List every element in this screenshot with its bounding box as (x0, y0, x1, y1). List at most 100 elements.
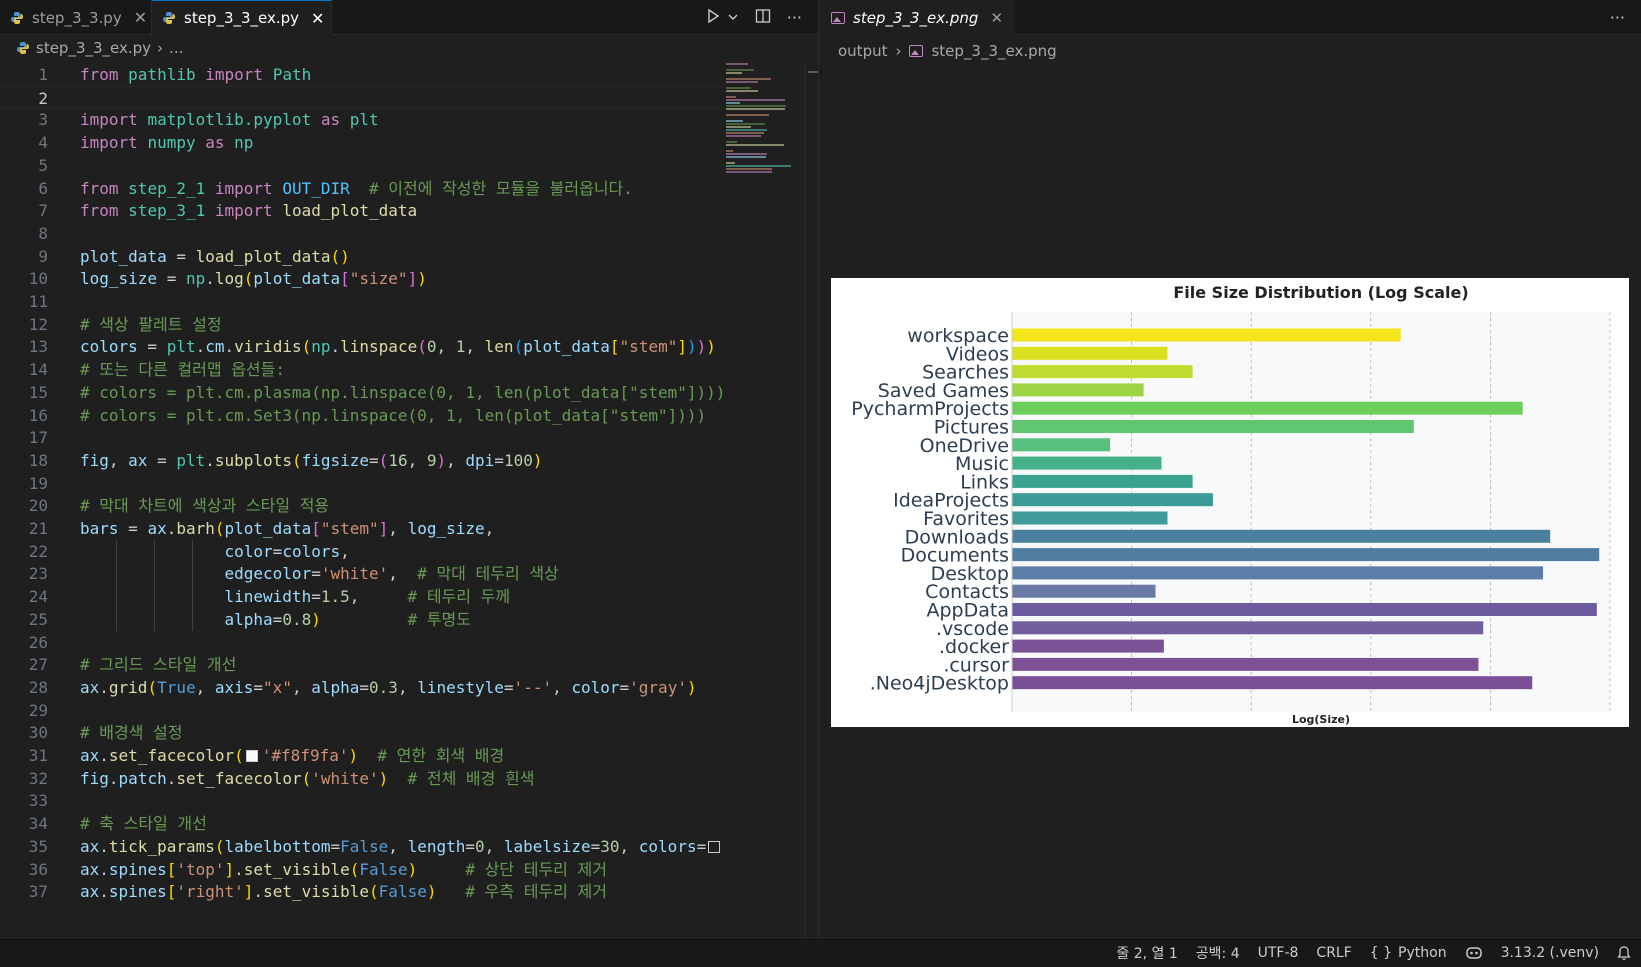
split-editor-icon[interactable] (755, 8, 771, 28)
code-line[interactable]: 18 fig, ax = plt.subplots(figsize=(16, 9)… (0, 449, 722, 473)
code-line[interactable]: 34 # 축 스타일 개선 (0, 812, 722, 836)
code-token: ) (311, 609, 321, 629)
code-line[interactable]: 13 colors = plt.cm.viridis(np.linspace(0,… (0, 335, 722, 359)
close-icon[interactable]: ✕ (134, 8, 147, 27)
code-line[interactable]: 8 (0, 222, 722, 246)
code-line[interactable]: 22 color=colors, (0, 539, 722, 564)
code-token: colors (282, 541, 341, 561)
code-line[interactable]: 9 plot_data = load_plot_data() (0, 245, 722, 269)
code-line[interactable]: 29 (0, 699, 722, 723)
code-line[interactable]: 35 ax.tick_params(labelbottom=False, leng… (0, 835, 722, 859)
line-ending[interactable]: CRLF (1316, 945, 1351, 961)
language-mode[interactable]: { } Python (1370, 945, 1447, 961)
copilot-icon[interactable] (1465, 945, 1483, 961)
code-token: [ (340, 269, 350, 289)
cursor-position[interactable]: 줄 2, 열 1 (1116, 943, 1177, 963)
code-token: linspace (340, 337, 418, 357)
tab-step-3-3-ex[interactable]: step_3_3_ex.py ✕ (152, 0, 332, 35)
breadcrumb-file[interactable]: step_3_3_ex.png (931, 42, 1056, 60)
close-icon[interactable]: ✕ (311, 9, 324, 28)
code-token: ) (696, 337, 707, 357)
code-line[interactable]: 26 (0, 631, 722, 655)
minimap[interactable] (726, 63, 802, 183)
code-token: plot_data (523, 337, 610, 357)
code-line[interactable]: 19 (0, 472, 722, 496)
code-token: load_plot_data (195, 246, 331, 266)
code-line[interactable]: 7 from step_3_1 import load_plot_data (0, 199, 722, 223)
code-line[interactable]: 33 (0, 789, 722, 813)
status-bar: 줄 2, 열 1 공백: 4 UTF-8 CRLF { } Python 3.1… (0, 937, 1641, 967)
code-line[interactable]: 27 # 그리드 스타일 개선 (0, 653, 722, 677)
code-token: = (590, 836, 601, 856)
code-token: figsize (301, 450, 370, 470)
code-line[interactable]: 16 # colors = plt.cm.Set3(np.linspace(0, … (0, 404, 722, 428)
code-line[interactable]: 2 (0, 85, 722, 110)
line-number: 8 (38, 223, 48, 243)
code-line[interactable]: 17 (0, 426, 722, 450)
code-line[interactable]: 11 (0, 290, 722, 314)
code-line[interactable]: 15 # colors = plt.cm.plasma(np.linspace(0… (0, 381, 726, 405)
line-number: 25 (28, 609, 48, 629)
code-line[interactable]: 32 fig.patch.set_facecolor('white') # 전체 … (0, 767, 722, 791)
code-line[interactable]: 12 # 색상 팔레트 설정 (0, 313, 722, 337)
code-token: ) (532, 450, 543, 470)
code-text: ax.tick_params(labelbottom=False, length… (80, 835, 724, 859)
code-line[interactable]: 31 ax.set_facecolor('#f8f9fa') # 연한 회색 배경 (0, 744, 722, 768)
encoding[interactable]: UTF-8 (1258, 945, 1299, 961)
breadcrumb-file[interactable]: step_3_3_ex.py (36, 39, 151, 57)
code-editor[interactable]: 1 from pathlib import Path 2 3 import matplo… (0, 63, 726, 937)
code-token: [ (166, 882, 177, 902)
code-line[interactable]: 14 # 또는 다른 컬러맵 옵션들: (0, 358, 722, 382)
tab-step-3-3[interactable]: step_3_3.py ✕ (0, 0, 152, 35)
close-icon[interactable]: ✕ (990, 9, 1003, 27)
code-text: from step_2_1 import OUT_DIR # 이전에 작성한 모… (80, 177, 633, 201)
code-line[interactable]: 4 import numpy as np (0, 131, 722, 155)
chevron-down-icon[interactable] (727, 8, 739, 27)
more-actions-icon[interactable]: ··· (787, 8, 802, 27)
code-line[interactable]: 36 ax.spines['top'].set_visible(False) # … (0, 858, 722, 882)
code-line[interactable]: 1 from pathlib import Path (0, 63, 722, 87)
code-line[interactable]: 10 log_size = np.log(plot_data["size"]) (0, 267, 722, 291)
indentation[interactable]: 공백: 4 (1196, 943, 1240, 963)
line-number: 29 (28, 700, 48, 720)
code-line[interactable]: 5 (0, 154, 722, 178)
bell-icon[interactable] (1617, 945, 1631, 961)
scrollbar-thumb[interactable] (808, 71, 818, 73)
code-token: ) (686, 337, 697, 357)
code-line[interactable]: 23 edgecolor='white', # 막대 테두리 색상 (0, 562, 722, 587)
code-token: = (253, 677, 264, 697)
code-token: plt (176, 450, 206, 470)
breadcrumb-folder[interactable]: output (838, 42, 887, 60)
run-icon[interactable] (705, 8, 721, 28)
code-token: = (311, 587, 321, 607)
more-actions-icon[interactable]: ··· (1610, 0, 1625, 35)
color-swatch[interactable] (708, 840, 721, 853)
code-line[interactable]: 6 from step_2_1 import OUT_DIR # 이전에 작성한 … (0, 177, 722, 201)
code-token: cm (205, 337, 225, 357)
code-line[interactable]: 30 # 배경색 설정 (0, 721, 722, 745)
line-number: 37 (28, 882, 48, 902)
code-line[interactable]: 21 bars = ax.barh(plot_data["stem"], log_… (0, 517, 722, 541)
code-token: spines (108, 859, 167, 879)
minimap-line (726, 102, 741, 104)
code-token: . (108, 768, 119, 788)
editor-scrollbar[interactable] (804, 63, 818, 937)
code-text: # 색상 팔레트 설정 (80, 313, 222, 337)
code-line[interactable]: 25 alpha=0.8) # 투명도 (0, 607, 722, 632)
code-line[interactable]: 24 linewidth=1.5, # 테두리 두께 (0, 585, 722, 609)
code-line[interactable]: 3 import matplotlib.pyplot as plt (0, 108, 722, 132)
code-token: import (80, 133, 138, 153)
breadcrumb-trail[interactable]: ... (169, 39, 183, 57)
tab-step-3-3-ex-png[interactable]: step_3_3_ex.png ✕ (819, 0, 1016, 35)
python-interpreter[interactable]: 3.13.2 (.venv) (1501, 945, 1599, 961)
code-line[interactable]: 37 ax.spines['right'].set_visible(False) … (0, 880, 722, 904)
code-line[interactable]: 28 ax.grid(True, axis="x", alpha=0.3, lin… (0, 676, 722, 700)
code-line[interactable]: 20 # 막대 차트에 색상과 스타일 적용 (0, 494, 722, 518)
code-token: ( (513, 337, 524, 357)
code-token: colors (80, 337, 138, 357)
code-token: ax (80, 836, 100, 856)
color-swatch[interactable] (245, 750, 258, 762)
code-token: = (118, 519, 148, 538)
